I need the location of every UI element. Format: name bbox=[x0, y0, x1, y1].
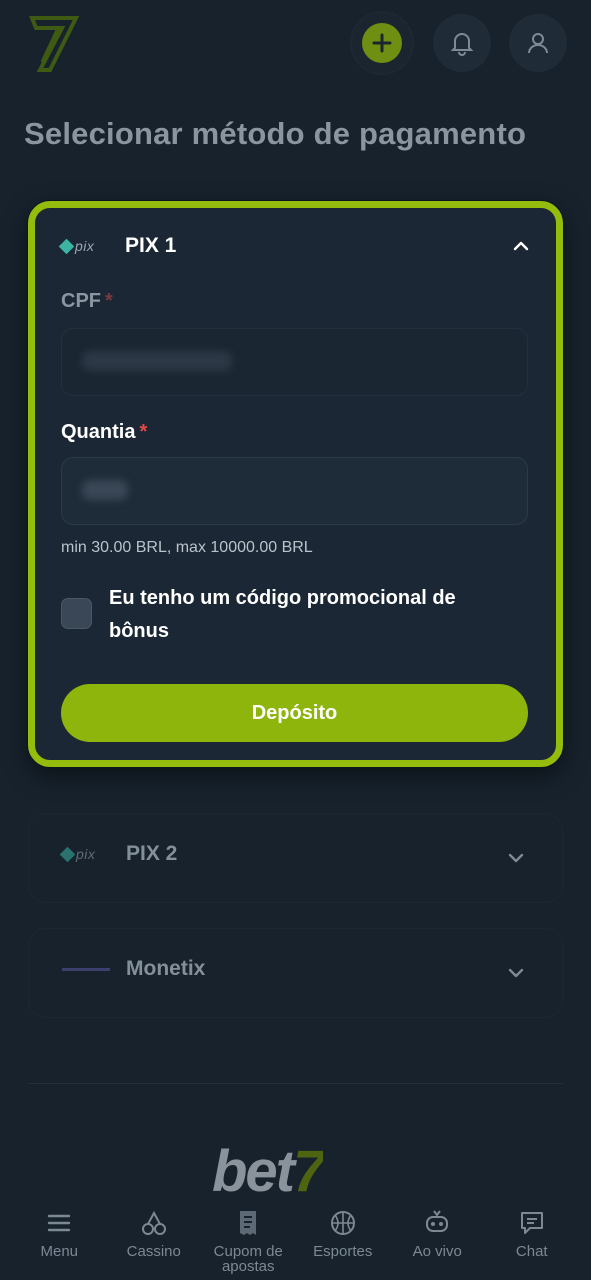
nav-item-bet-slip[interactable]: Cupom de apostas bbox=[203, 1192, 293, 1280]
promo-code-label[interactable]: Eu tenho um código promocional de bônus bbox=[109, 582, 519, 648]
required-mark: * bbox=[105, 290, 113, 312]
profile-button[interactable] bbox=[509, 14, 567, 72]
method-header[interactable]: pix PIX 1 bbox=[58, 230, 531, 262]
nav-item-chat[interactable]: Chat bbox=[487, 1192, 577, 1280]
notifications-button[interactable] bbox=[433, 14, 491, 72]
promo-code-checkbox[interactable] bbox=[61, 598, 92, 629]
page-title: Selecionar método de pagamento bbox=[24, 116, 527, 151]
nav-item-sports[interactable]: Esportes bbox=[298, 1192, 388, 1280]
footer-brand-logo: bet7 bbox=[212, 1142, 323, 1192]
basketball-icon bbox=[330, 1211, 355, 1235]
amount-value-redacted bbox=[82, 480, 128, 500]
cpf-field[interactable] bbox=[61, 328, 528, 396]
brand-logo[interactable] bbox=[28, 14, 80, 72]
chevron-up-icon[interactable] bbox=[511, 236, 531, 256]
nav-label: Cassino bbox=[126, 1243, 181, 1260]
payment-method-pix2[interactable]: pix PIX 2 bbox=[28, 813, 563, 903]
plus-icon bbox=[362, 23, 402, 63]
nav-label: Menu bbox=[40, 1243, 79, 1260]
chevron-down-icon[interactable] bbox=[506, 848, 526, 868]
pix-logo-text: pix bbox=[76, 846, 96, 862]
method-title: PIX 2 bbox=[126, 842, 178, 865]
nav-item-menu[interactable]: Menu bbox=[14, 1192, 104, 1280]
add-funds-button[interactable] bbox=[350, 11, 414, 75]
amount-label: Quantia * bbox=[61, 421, 147, 444]
amount-label-text: Quantia bbox=[61, 421, 136, 443]
brand-accent: 7 bbox=[293, 1142, 324, 1192]
pix-logo: pix bbox=[58, 236, 109, 256]
cpf-value-redacted bbox=[82, 351, 232, 371]
bell-icon bbox=[450, 33, 474, 56]
method-header: pix PIX 2 bbox=[59, 842, 178, 866]
pix-logo-text: pix bbox=[75, 238, 95, 254]
menu-icon bbox=[48, 1214, 71, 1232]
deposit-button[interactable]: Depósito bbox=[61, 684, 528, 742]
cpf-label-text: CPF bbox=[61, 290, 101, 312]
chat-icon bbox=[520, 1212, 543, 1234]
cpf-label: CPF * bbox=[61, 290, 113, 313]
amount-limits-hint: min 30.00 BRL, max 10000.00 BRL bbox=[61, 539, 313, 556]
receipt-icon bbox=[240, 1211, 257, 1235]
nav-label: Esportes bbox=[313, 1243, 373, 1260]
brand-text: bet bbox=[212, 1142, 295, 1192]
pix-logo: pix bbox=[59, 844, 110, 864]
nav-label: Ao vivo bbox=[412, 1243, 462, 1260]
pix-diamond-icon bbox=[58, 238, 75, 254]
cherries-icon bbox=[141, 1210, 166, 1235]
top-bar bbox=[0, 0, 591, 90]
required-mark: * bbox=[139, 421, 148, 443]
method-header: Monetix bbox=[62, 957, 205, 981]
payment-method-monetix[interactable]: Monetix bbox=[28, 928, 563, 1018]
nav-item-live[interactable]: Ao vivo bbox=[392, 1192, 482, 1280]
live-icon bbox=[426, 1210, 449, 1232]
nav-label: Cupom de apostas bbox=[213, 1243, 283, 1275]
chevron-down-icon[interactable] bbox=[506, 963, 526, 983]
payment-method-card-pix1: pix PIX 1 CPF * Quantia * min 30.00 BRL, m… bbox=[28, 201, 563, 767]
pix-diamond-icon bbox=[59, 846, 76, 862]
amount-field[interactable] bbox=[61, 457, 528, 525]
monetix-logo bbox=[62, 959, 110, 979]
nav-label: Chat bbox=[515, 1243, 548, 1260]
divider bbox=[28, 1083, 563, 1084]
bottom-nav: Menu Cassino Cupom de apostas Esportes A… bbox=[0, 1192, 591, 1280]
method-title: PIX 1 bbox=[125, 234, 177, 257]
method-title: Monetix bbox=[126, 957, 206, 980]
nav-item-cassino[interactable]: Cassino bbox=[109, 1192, 199, 1280]
user-icon bbox=[528, 33, 548, 54]
monetix-logo-mark bbox=[62, 967, 110, 971]
